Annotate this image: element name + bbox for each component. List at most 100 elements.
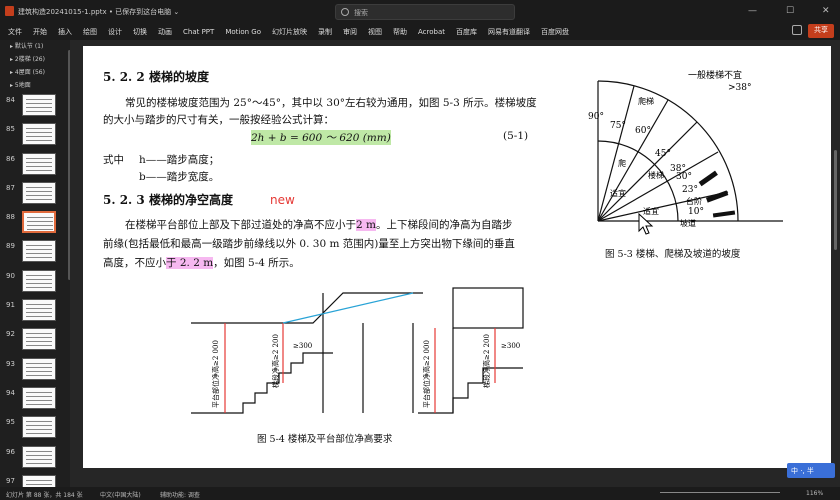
fig3-label-c: 90° [588,112,604,122]
accessibility-indicator[interactable]: 辅助功能: 调查 [160,490,200,499]
para-3a: 在楼梯平台部位上部及下部过道处的净高不应小于 [125,219,356,231]
vertical-scrollbar[interactable] [834,150,837,250]
language-indicator[interactable]: 中文(中国大陆) [100,490,141,499]
right-railing-box [452,287,524,329]
zoom-level[interactable]: 116% [806,490,823,497]
b-definition: b——踏步宽度。 [139,171,220,183]
zoom-slider[interactable] [660,492,780,493]
slide-thumbnail[interactable]: 88 [0,209,70,238]
menu-tab[interactable]: 录制 [318,27,332,37]
slide-thumbnail[interactable]: 90 [0,268,70,297]
mouse-cursor-icon [638,213,654,235]
menu-tab[interactable]: 设计 [108,27,122,37]
slide-thumbnail[interactable]: 85 [0,121,70,150]
ime-indicator[interactable]: 中 ·, 半 [787,463,835,478]
maximize-icon[interactable]: ☐ [786,6,794,16]
section-header[interactable]: ▸ 5地面 [0,79,70,92]
menu-tab[interactable]: 幻灯片放映 [272,27,307,37]
heading-clearance: 5. 2. 3 楼梯的净空高度 [103,193,233,207]
fig3-label-q: 爬 [618,158,626,168]
close-icon[interactable]: ✕ [822,6,830,16]
comment-icon[interactable] [792,25,802,35]
fig4-label-b: 梯段净高≥2 200 [271,334,280,388]
para-5a: 高度，不应小 [103,257,166,269]
formula: 2h + b = 600 ～ 620 (mm) [251,130,391,145]
para-4: 前缘(包括最低和最高一级踏步前缘线以外 0. 30 m 范围内)量至上方突出物下… [103,238,515,250]
slide-thumbnail[interactable]: 95 [0,414,70,443]
menu-tab[interactable]: 切换 [133,27,147,37]
window-title: 建筑构造20241015-1.pptx • 已保存到这台电脑 ⌄ [18,8,180,16]
slide-preview [22,152,56,175]
menu-tab[interactable]: Chat PPT [183,28,214,36]
slide-number: 90 [6,271,15,280]
slide-thumbnail[interactable]: 92 [0,326,70,355]
slide-number: 95 [6,418,15,427]
para-2: 的大小与踏步的尺寸有关，一般按经验公式计算： [103,114,334,126]
h-definition: h——踏步高度； [139,154,220,166]
slide-thumbnail[interactable]: 87 [0,180,70,209]
slide-thumbnail[interactable]: 91 [0,297,70,326]
slide-thumbnail[interactable]: 94 [0,385,70,414]
minimize-icon[interactable]: — [748,6,757,16]
figure-5-3-caption: 图 5-3 楼梯、爬梯及坡道的坡度 [605,249,741,260]
menu-tab[interactable]: 审阅 [343,27,357,37]
slide-thumbnail[interactable]: 97 [0,473,70,487]
slide-preview [22,181,56,204]
section-header[interactable]: ▸ 4屋面 (56) [0,66,70,79]
ribbon-tabs: 文件 开始 插入 绘图 设计 切换 动画 Chat PPT Motion Go 幻灯片放映 录制 审阅… [0,24,840,40]
slide-number: 96 [6,447,15,456]
slide-number: 97 [6,476,15,485]
right-stairs [418,367,523,414]
para-5c: ，如图 5-4 所示。 [213,257,300,269]
menu-tab[interactable]: 网易有道翻译 [488,27,530,37]
fig3-label-f: 45° [655,149,671,159]
menu-tab[interactable]: 动画 [158,27,172,37]
section-header[interactable]: ▸ 默认节 (1) [0,40,70,53]
fig3-label-i: 23° [682,185,698,195]
menu-tab[interactable]: Motion Go [225,28,261,36]
blue-guide-line [282,292,414,324]
slide-thumbnail[interactable]: 89 [0,238,70,267]
figure-5-4-caption: 图 5-4 楼梯及平台部位净高要求 [257,434,393,445]
menu-tab[interactable]: Acrobat [418,28,445,36]
section-header[interactable]: ▸ 2楼梯 (26) [0,53,70,66]
fig3-label-e: 60° [635,126,651,136]
para-3: 在楼梯平台部位上部及下部过道处的净高不应小于2 m。上下梯段间的净高为自踏步 [125,217,512,232]
fig3-label-l: 适宜 [610,188,626,198]
menu-tab[interactable]: 开始 [33,27,47,37]
fig3-label-m: 楼梯 [648,170,664,180]
slide-number: 91 [6,301,15,310]
slide-number: 89 [6,242,15,251]
slide-number: 87 [6,183,15,192]
menu-tab[interactable]: 百度库 [456,27,477,37]
slide-number: 88 [6,213,15,222]
slide-thumbnail[interactable]: 84 [0,92,70,121]
menu-tab[interactable]: 插入 [58,27,72,37]
slide-preview [22,269,56,292]
highlight-2m: 2 m [356,219,376,231]
fig3-label-h: 30° [676,172,692,182]
slide-preview [22,299,56,322]
slide-number: 94 [6,388,15,397]
formula-number: (5-1) [503,130,529,142]
menu-tab[interactable]: 文件 [8,27,22,37]
menu-tab[interactable]: 百度网盘 [541,27,569,37]
share-button[interactable]: 共享 [808,24,834,38]
slide-preview [22,416,56,439]
slide-counter: 幻灯片 第 88 张，共 184 张 [6,492,83,499]
heading-slope: 5. 2. 2 楼梯的坡度 [103,70,209,84]
slide-number: 92 [6,330,15,339]
fig3-label-p: 坡道 [680,218,696,228]
menu-tab[interactable]: 绘图 [83,27,97,37]
menu-tab[interactable]: 帮助 [393,27,407,37]
where-label: 式中 [103,154,124,166]
powerpoint-icon [5,6,14,16]
ray-75 [597,85,635,222]
slide-preview [22,357,56,380]
slide-number: 93 [6,359,15,368]
slide-thumbnail[interactable]: 96 [0,444,70,473]
slide-thumbnail[interactable]: 86 [0,151,70,180]
menu-tab[interactable]: 视图 [368,27,382,37]
search-input[interactable]: 搜索 [335,4,515,20]
slide-thumbnail[interactable]: 93 [0,356,70,385]
